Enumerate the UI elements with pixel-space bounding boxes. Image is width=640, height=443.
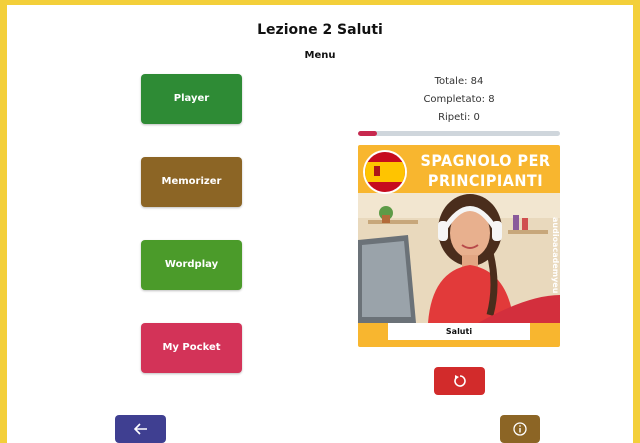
completed-count: Completato: 8: [423, 94, 495, 105]
memorizer-button[interactable]: Memorizer: [141, 157, 242, 207]
course-cover: SPAGNOLO PER PRINCIPIANTI audioacademyeu…: [358, 145, 560, 347]
stats-panel: Totale: 84 Completato: 8 Ripeti: 0: [358, 73, 560, 127]
progress-fill: [358, 131, 378, 136]
cover-side-text: audioacademyeu: [551, 217, 560, 294]
progress-bar: [358, 131, 560, 136]
repeat-count: Ripeti: 0: [438, 112, 480, 123]
info-button[interactable]: [500, 415, 540, 443]
cover-title-line1: SPAGNOLO PER: [420, 151, 551, 170]
cover-lesson-label: Saluti: [388, 323, 530, 340]
player-button[interactable]: Player: [141, 74, 242, 124]
back-button[interactable]: [115, 415, 166, 443]
my-pocket-button[interactable]: My Pocket: [141, 323, 242, 373]
menu-heading: Menu: [304, 50, 336, 61]
cover-title-line2: PRINCIPIANTI: [427, 171, 544, 190]
wordplay-button[interactable]: Wordplay: [141, 240, 242, 290]
cover-title: SPAGNOLO PER PRINCIPIANTI: [413, 151, 558, 191]
reset-icon: [453, 375, 466, 387]
reset-button[interactable]: [434, 367, 485, 395]
total-count: Totale: 84: [434, 76, 484, 87]
arrow-left-icon: [133, 423, 147, 435]
info-icon: [513, 422, 527, 436]
page-title: Lezione 2 Saluti: [257, 22, 383, 38]
